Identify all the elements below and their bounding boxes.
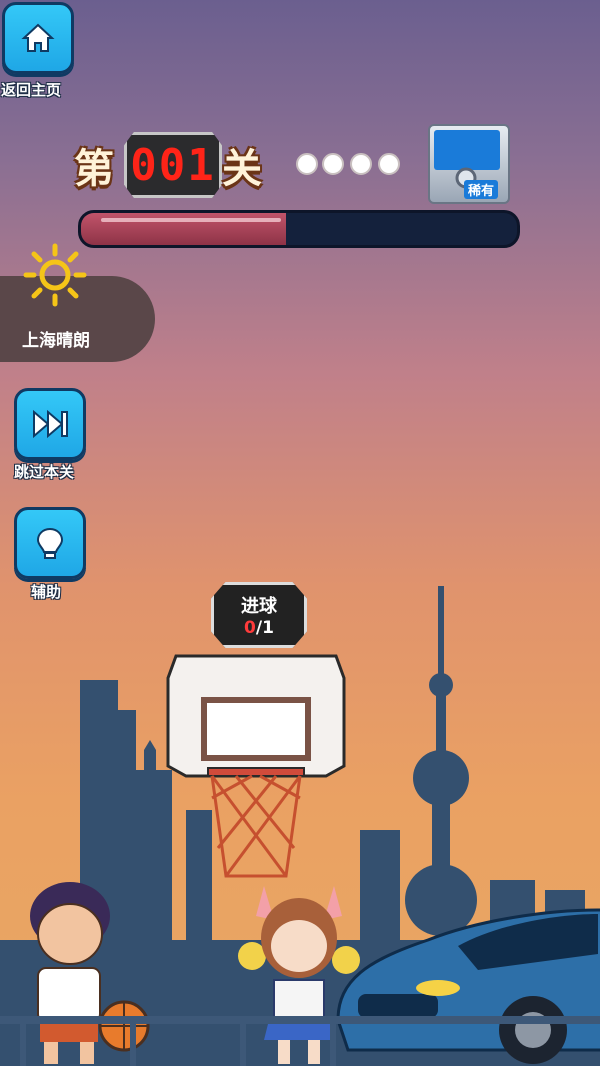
- weather-label: 上海晴朗: [22, 331, 90, 351]
- goal-score-current: 0: [244, 618, 256, 638]
- progress-dot-2: [322, 153, 344, 175]
- fence: [0, 1016, 600, 1066]
- progress-dot-1: [296, 153, 318, 175]
- rare-tag: 稀有: [464, 180, 499, 199]
- progress-dot-3: [350, 153, 372, 175]
- progress-shine: [101, 218, 281, 222]
- basketball-hoop[interactable]: [166, 648, 346, 888]
- level-number: 001: [130, 139, 216, 191]
- home-button[interactable]: [2, 2, 74, 74]
- home-button-label: 返回主页: [1, 81, 62, 99]
- skip-level-label: 跳过本关: [14, 463, 75, 481]
- goal-score-title: 进球: [241, 596, 277, 617]
- goal-score-value: 0/1: [244, 618, 274, 638]
- assist-button[interactable]: [14, 507, 86, 579]
- lightbulb-icon: [36, 527, 64, 559]
- fast-forward-icon: [33, 409, 68, 439]
- home-icon: [21, 23, 55, 52]
- goal-score-target: 1: [262, 618, 274, 638]
- level-number-display: 001: [124, 132, 222, 198]
- sun-icon: [23, 243, 87, 307]
- assist-label: 辅助: [31, 583, 62, 601]
- progress-dot-4: [378, 153, 400, 175]
- skip-level-button[interactable]: [14, 388, 86, 460]
- goal-score-panel: 进球 0/1: [211, 582, 307, 648]
- level-suffix: 关: [222, 146, 262, 192]
- level-prefix: 第: [74, 146, 114, 192]
- level-progress-bar: [78, 210, 520, 248]
